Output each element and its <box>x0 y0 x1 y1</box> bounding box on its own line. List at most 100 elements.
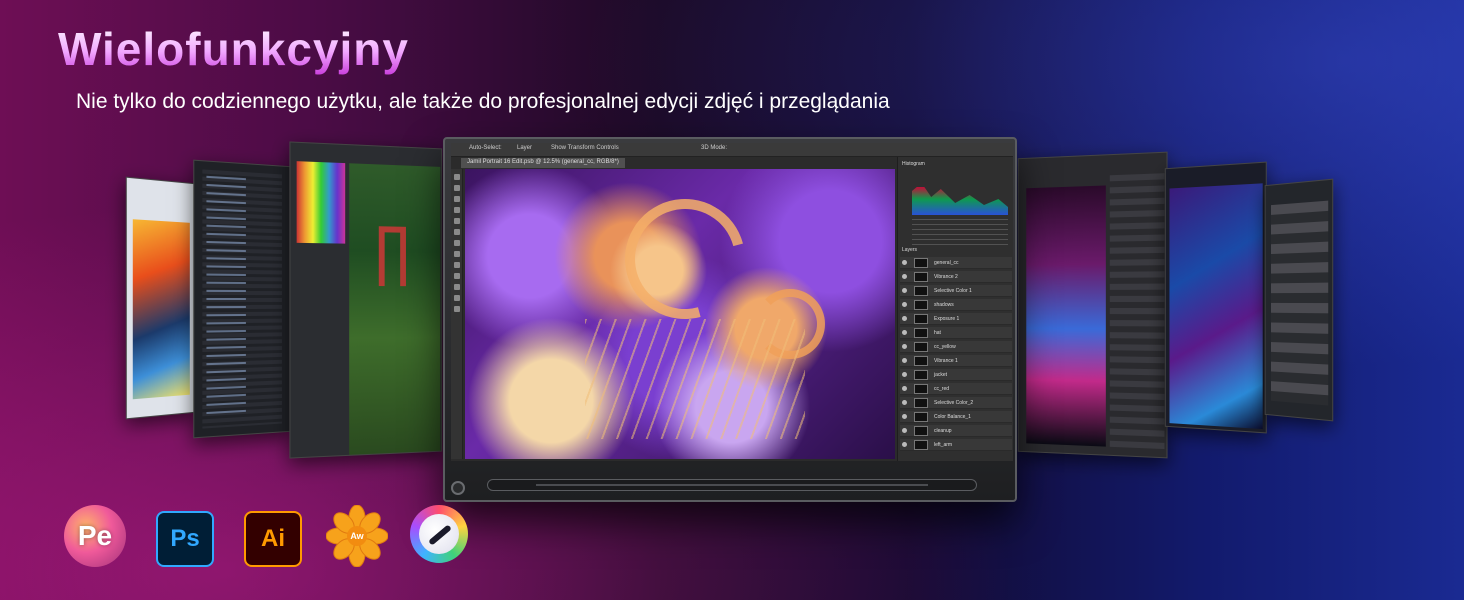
layer-thumbnail <box>914 412 928 422</box>
zoom-tool-icon[interactable] <box>454 306 460 312</box>
vehicle-photo <box>1026 185 1106 447</box>
layer-thumbnail <box>914 300 928 310</box>
layer-thumbnail <box>914 272 928 282</box>
layer-row[interactable]: Exposure 1 <box>900 313 1012 325</box>
pen-tool-icon[interactable] <box>454 273 460 279</box>
tools-panel <box>451 169 463 459</box>
eyedropper-tool-icon[interactable] <box>454 218 460 224</box>
visibility-eye-icon[interactable] <box>902 302 907 307</box>
crop-tool-icon[interactable] <box>454 207 460 213</box>
visibility-eye-icon[interactable] <box>902 316 907 321</box>
headline: Wielofunkcyjny <box>58 23 409 75</box>
layer-name: left_arm <box>934 442 953 448</box>
histogram-graph <box>912 183 1008 215</box>
layer-row[interactable]: Vibrance 2 <box>900 271 1012 283</box>
forest-artwork <box>349 163 441 455</box>
histogram-stats <box>912 219 1008 245</box>
premiere-elements-icon: Pe <box>64 505 126 567</box>
layer-select[interactable]: Layer <box>517 145 532 151</box>
show-transform-controls[interactable]: Show Transform Controls <box>551 145 619 151</box>
brush-icon <box>428 524 452 546</box>
visibility-eye-icon[interactable] <box>902 358 907 363</box>
layers-list: general_cc Vibrance 2 Selective Color 1 … <box>900 257 1012 457</box>
document-tab[interactable]: Jamil Portrait 16 Edit.psb @ 12.5% (gene… <box>461 158 625 168</box>
type-tool-icon[interactable] <box>454 284 460 290</box>
layer-name: general_cc <box>934 260 959 266</box>
visibility-eye-icon[interactable] <box>902 442 907 447</box>
layer-name: jacket <box>934 372 948 378</box>
layers-sidebar <box>1109 173 1165 450</box>
bezel-stand-bar <box>487 479 977 491</box>
layer-thumbnail <box>914 384 928 394</box>
layer-row[interactable]: general_cc <box>900 257 1012 269</box>
brush-tool-icon[interactable] <box>454 229 460 235</box>
layer-name: Selective Color 1 <box>934 288 972 294</box>
layer-thumbnail <box>914 328 928 338</box>
layer-row[interactable]: Color Balance_1 <box>900 411 1012 423</box>
side-screen-code-editor <box>193 159 291 439</box>
app-icons-row: Pe Ps Ai Aw <box>64 505 484 571</box>
layer-thumbnail <box>914 370 928 380</box>
eraser-tool-icon[interactable] <box>454 251 460 257</box>
layer-thumbnail <box>914 286 928 296</box>
visibility-eye-icon[interactable] <box>902 400 907 405</box>
layer-name: cleanup <box>934 428 952 434</box>
layers-title: Layers <box>902 247 918 253</box>
krita-icon <box>410 505 468 563</box>
layer-row[interactable]: shadows <box>900 299 1012 311</box>
layer-row[interactable]: Selective Color 1 <box>900 285 1012 297</box>
layer-name: Selective Color_2 <box>934 400 974 406</box>
visibility-eye-icon[interactable] <box>902 428 907 433</box>
3d-mode-label: 3D Mode: <box>701 145 728 151</box>
layer-name: Vibrance 2 <box>934 274 958 280</box>
layer-name: Color Balance_1 <box>934 414 971 420</box>
visibility-eye-icon[interactable] <box>902 330 907 335</box>
artweaver-icon: Aw <box>326 505 388 567</box>
artwork-swirl <box>603 177 767 341</box>
lasso-tool-icon[interactable] <box>454 196 460 202</box>
visibility-eye-icon[interactable] <box>902 414 907 419</box>
layer-thumbnail <box>914 426 928 436</box>
code-lines <box>202 169 283 429</box>
layer-row[interactable]: jacket <box>900 369 1012 381</box>
hand-tool-icon[interactable] <box>454 295 460 301</box>
premiere-elements-label: Pe <box>77 520 113 551</box>
photoshop-options-bar: Auto-Select: Layer Show Transform Contro… <box>451 143 1013 157</box>
side-screen-paint-program <box>125 176 195 420</box>
visibility-eye-icon[interactable] <box>902 274 907 279</box>
monitor-screen: Auto-Select: Layer Show Transform Contro… <box>451 143 1013 461</box>
auto-select-label: Auto-Select: <box>469 145 502 151</box>
layer-thumbnail <box>914 314 928 324</box>
layer-row[interactable]: cc_red <box>900 383 1012 395</box>
visibility-eye-icon[interactable] <box>902 386 907 391</box>
painting-artwork <box>132 219 190 400</box>
visibility-eye-icon[interactable] <box>902 288 907 293</box>
layer-thumbnail <box>914 356 928 366</box>
video-thumbnails <box>1271 200 1329 406</box>
subheadline: Nie tylko do codziennego użytku, ale tak… <box>76 90 890 113</box>
gradient-tool-icon[interactable] <box>454 262 460 268</box>
krita-inner <box>419 514 459 554</box>
layer-row[interactable]: Vibrance 1 <box>900 355 1012 367</box>
side-screen-photo-editor-abstract <box>1164 161 1267 434</box>
visibility-eye-icon[interactable] <box>902 372 907 377</box>
histogram-title: Histogram <box>902 161 925 167</box>
side-screen-video-editor <box>1264 178 1334 422</box>
marquee-tool-icon[interactable] <box>454 185 460 191</box>
clone-tool-icon[interactable] <box>454 240 460 246</box>
layer-row[interactable]: cc_yellow <box>900 341 1012 353</box>
image-canvas[interactable] <box>465 169 895 459</box>
layer-row[interactable]: cleanup <box>900 425 1012 437</box>
power-button[interactable] <box>451 481 465 495</box>
move-tool-icon[interactable] <box>454 174 460 180</box>
layer-name: Vibrance 1 <box>934 358 958 364</box>
layer-thumbnail <box>914 398 928 408</box>
layer-row[interactable]: left_arm <box>900 439 1012 451</box>
side-screen-painting-app <box>289 141 443 459</box>
layer-row[interactable]: hat <box>900 327 1012 339</box>
visibility-eye-icon[interactable] <box>902 344 907 349</box>
visibility-eye-icon[interactable] <box>902 260 907 265</box>
artweaver-label: Aw <box>350 531 364 541</box>
illustrator-icon: Ai <box>244 511 302 567</box>
layer-row[interactable]: Selective Color_2 <box>900 397 1012 409</box>
